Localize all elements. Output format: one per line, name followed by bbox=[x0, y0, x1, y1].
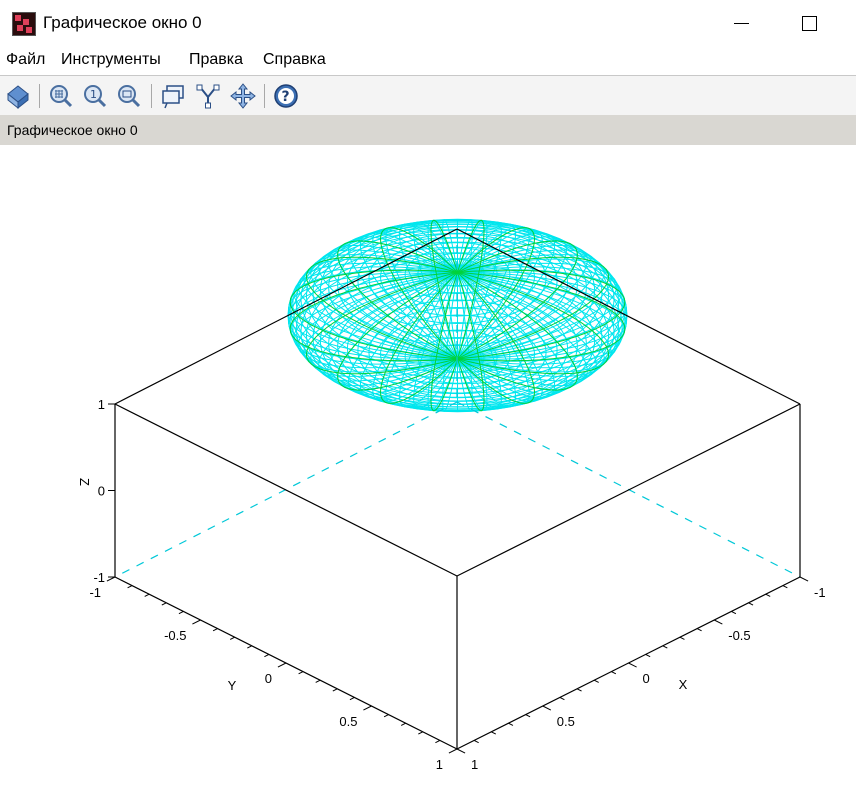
maximize-button[interactable] bbox=[790, 6, 830, 40]
window-title: Графическое окно 0 bbox=[43, 13, 202, 32]
app-icon bbox=[12, 12, 36, 36]
x-tick-mark bbox=[696, 628, 702, 632]
x-tick-mark bbox=[645, 653, 651, 658]
toolbar: 1 ? bbox=[0, 75, 856, 116]
menu-help[interactable]: Справка bbox=[263, 51, 326, 69]
y-tick-mark bbox=[435, 739, 441, 744]
zoom-grid-icon[interactable] bbox=[47, 82, 75, 110]
x-tick-mark bbox=[731, 610, 737, 615]
x-tick-mark bbox=[611, 671, 617, 675]
x-tick-label: 0.5 bbox=[557, 714, 575, 729]
y-tick-mark bbox=[178, 610, 184, 615]
x-axis-label: X bbox=[679, 677, 688, 692]
y-tick-label: 0 bbox=[265, 671, 272, 686]
svg-text:1: 1 bbox=[90, 88, 97, 101]
y-axis-label: Y bbox=[228, 678, 237, 693]
ellipsoid-plot[interactable]: -1 -0.5 0 0.5 1 -1 -0.5 0 0.5 1 -1 0 1 Z Y X bbox=[0, 145, 856, 808]
x-tick-mark bbox=[765, 593, 771, 597]
help-icon[interactable]: ? bbox=[272, 82, 300, 110]
y-tick-mark bbox=[315, 679, 321, 683]
z-tick-label: -1 bbox=[93, 570, 105, 585]
minimize-button[interactable] bbox=[722, 6, 762, 40]
title-bar: Графическое окно 0 bbox=[0, 0, 856, 46]
x-tick-mark bbox=[473, 739, 479, 744]
figure-tab[interactable]: Графическое окно 0 bbox=[0, 115, 856, 145]
y-tick-mark bbox=[332, 688, 338, 692]
x-tick-mark bbox=[679, 636, 685, 640]
top-back-right-edge bbox=[456, 228, 801, 405]
menu-tools[interactable]: Инструменты bbox=[61, 51, 161, 69]
y-tick-label: 0.5 bbox=[339, 714, 357, 729]
z-tick-label: 0 bbox=[98, 484, 105, 499]
x-tick-mark bbox=[456, 748, 466, 754]
x-tick-mark bbox=[799, 576, 809, 582]
y-tick-mark bbox=[298, 671, 304, 675]
zoom-area-icon[interactable] bbox=[115, 82, 143, 110]
x-tick-mark bbox=[662, 645, 668, 649]
figure-label: Графическое окно 0 bbox=[7, 122, 138, 138]
menu-edit[interactable]: Правка bbox=[189, 51, 243, 69]
y-tick-label: -0.5 bbox=[164, 628, 186, 643]
y-tick-mark bbox=[127, 585, 133, 589]
x-tick-mark bbox=[748, 602, 754, 606]
x-tick-label: -0.5 bbox=[728, 628, 750, 643]
z-tick-label: 1 bbox=[98, 397, 105, 412]
axis-labels: Z Y X bbox=[77, 478, 688, 693]
x-tick-mark bbox=[593, 679, 599, 683]
y-tick-label: 1 bbox=[436, 757, 443, 772]
menu-file[interactable]: Файл bbox=[6, 51, 45, 69]
y-tick-mark bbox=[383, 714, 389, 718]
svg-text:?: ? bbox=[282, 89, 290, 105]
x-tick-mark bbox=[525, 714, 531, 718]
menu-bar: Файл Инструменты Правка Справка bbox=[0, 46, 856, 74]
x-tick-mark bbox=[628, 662, 637, 668]
y-tick-mark bbox=[144, 593, 150, 597]
x-tick-mark bbox=[542, 705, 552, 711]
y-tick-label: -1 bbox=[89, 585, 101, 600]
y-tick-mark bbox=[277, 662, 287, 668]
zoom-reset-icon[interactable]: 1 bbox=[81, 82, 109, 110]
y-tick-mark bbox=[106, 576, 116, 582]
pan-icon[interactable] bbox=[229, 82, 257, 110]
y-tick-mark bbox=[418, 731, 424, 735]
x-tick-label: -1 bbox=[814, 585, 826, 600]
y-tick-mark bbox=[264, 653, 270, 658]
y-tick-mark bbox=[247, 645, 253, 649]
y-tick-mark bbox=[161, 602, 167, 606]
edit-axes-icon[interactable] bbox=[194, 82, 222, 110]
y-tick-mark bbox=[212, 628, 218, 632]
y-tick-mark bbox=[400, 722, 406, 726]
plot-area[interactable]: -1 -0.5 0 0.5 1 -1 -0.5 0 0.5 1 -1 0 1 Z Y X bbox=[0, 145, 856, 808]
y-tick-mark bbox=[192, 619, 201, 625]
x-tick-mark bbox=[508, 722, 514, 726]
datatip-icon[interactable] bbox=[159, 82, 187, 110]
y-tick-mark bbox=[448, 748, 458, 754]
y-tick-mark bbox=[229, 636, 235, 640]
y-tick-mark bbox=[363, 705, 372, 711]
x-tick-label: 0 bbox=[643, 671, 650, 686]
x-tick-mark bbox=[559, 696, 565, 701]
z-axis-label: Z bbox=[77, 478, 92, 486]
x-tick-mark bbox=[491, 731, 497, 735]
x-tick-mark bbox=[782, 585, 788, 589]
x-tick-mark bbox=[576, 688, 582, 692]
x-tick-mark bbox=[714, 619, 723, 625]
x-tick-label: 1 bbox=[471, 757, 478, 772]
y-tick-mark bbox=[349, 696, 355, 701]
rotate-icon[interactable] bbox=[4, 82, 32, 110]
